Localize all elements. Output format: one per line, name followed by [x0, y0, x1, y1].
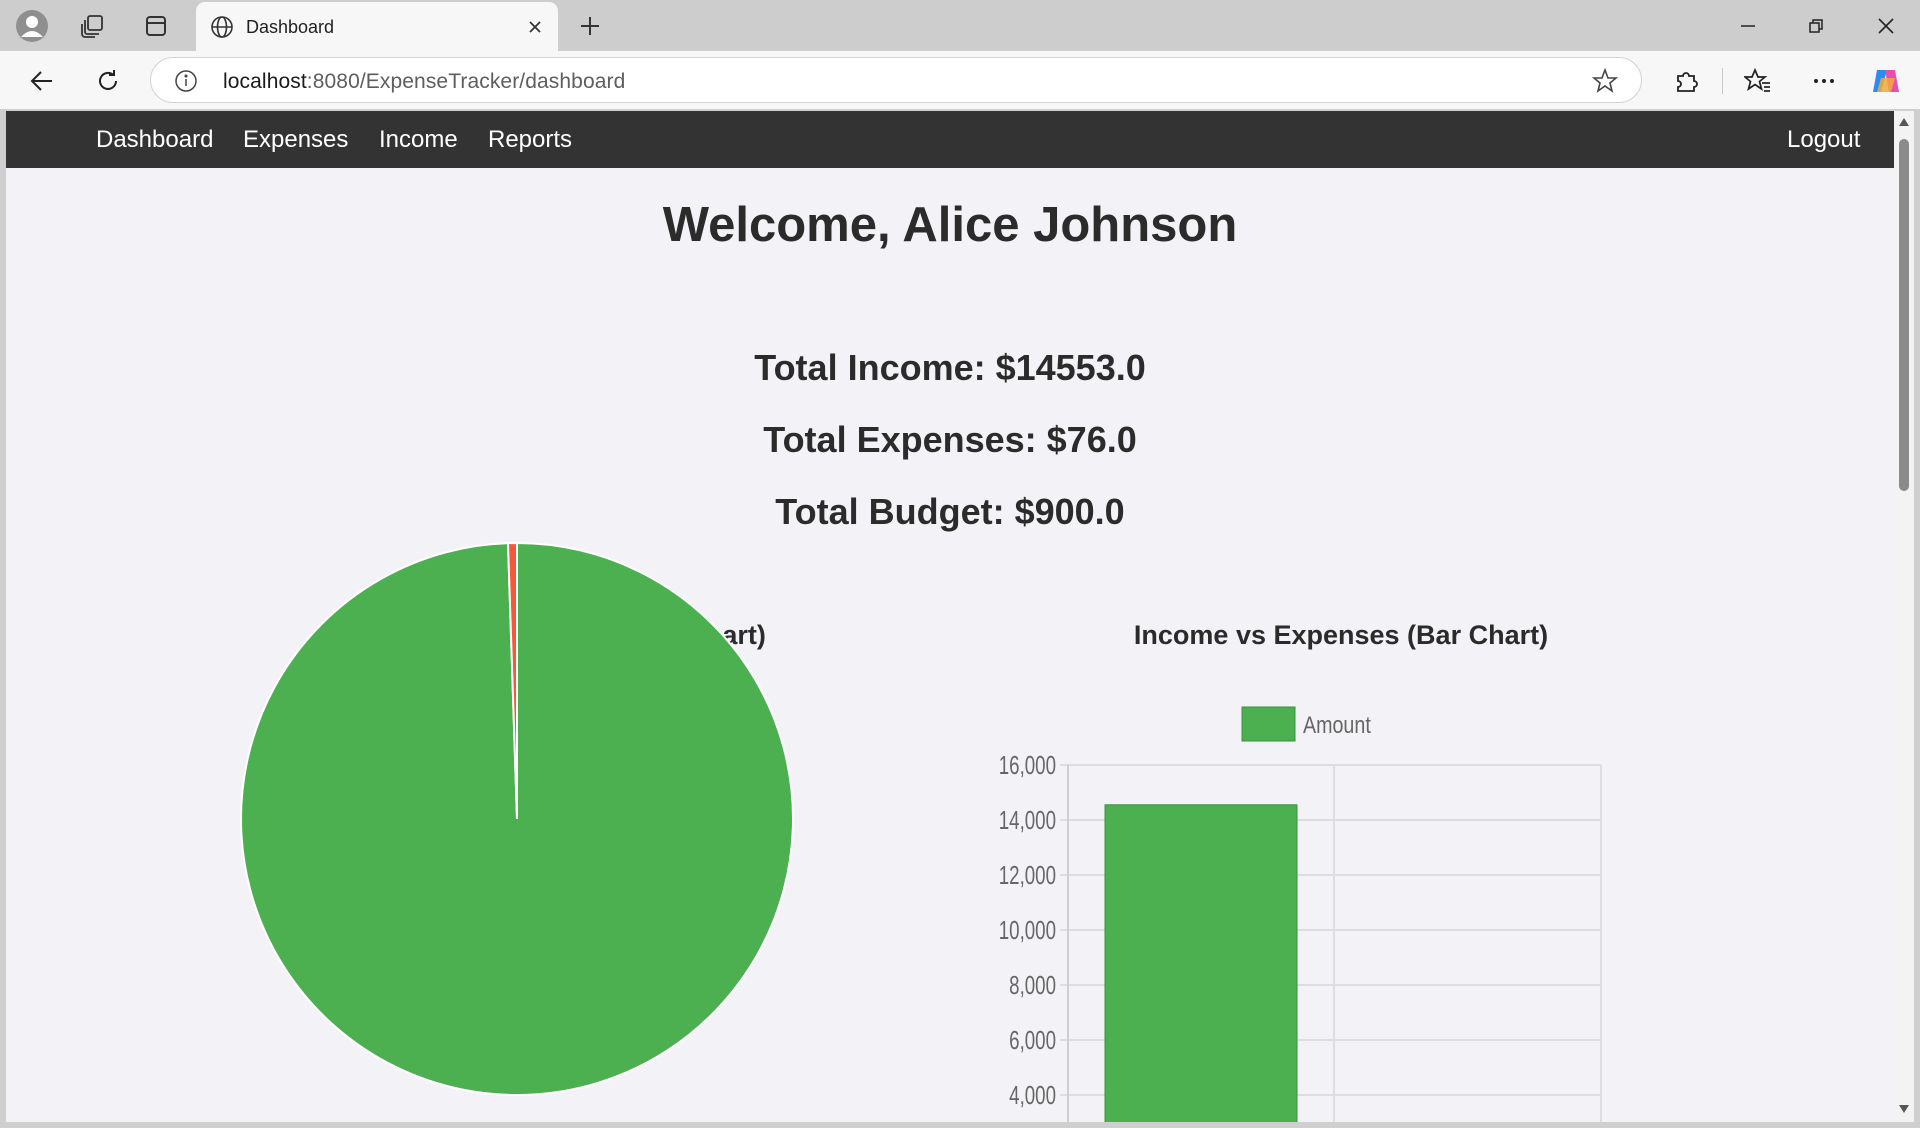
bar-legend-swatch-amount — [1241, 706, 1296, 742]
bar-ytick-label: 6,000 — [1009, 1025, 1056, 1055]
bar-ytick-label: 16,000 — [999, 750, 1056, 780]
copilot-icon[interactable] — [1866, 61, 1906, 101]
bar-chart[interactable]: Amount 16,000 14,000 12,000 10,000 8,000 6,000… — [6, 111, 1894, 1122]
extensions-icon[interactable] — [1666, 61, 1706, 101]
bar-ytick-label: 10,000 — [999, 915, 1056, 945]
favorites-icon[interactable] — [1738, 61, 1778, 101]
scroll-down-icon[interactable] — [1897, 1102, 1911, 1116]
site-info-icon[interactable] — [173, 68, 199, 94]
tab-title: Dashboard — [246, 17, 335, 37]
bar-amount-0 — [1104, 804, 1298, 1122]
url-path: :8080/ExpenseTracker/dashboard — [306, 70, 626, 93]
bar-legend-label-amount: Amount — [1303, 711, 1371, 738]
back-icon[interactable] — [22, 61, 62, 101]
url-text: localhost:8080/ExpenseTracker/dashboard — [223, 70, 625, 94]
scrollbar-thumb[interactable] — [1899, 139, 1909, 491]
favorite-star-icon[interactable] — [1591, 67, 1619, 95]
url-host: localhost — [223, 70, 307, 93]
reload-icon[interactable] — [88, 61, 128, 101]
bar-ytick-label: 14,000 — [999, 805, 1056, 835]
tab-actions-icon[interactable] — [138, 8, 174, 44]
profile-icon[interactable] — [14, 8, 50, 44]
close-window-icon[interactable] — [1858, 6, 1914, 46]
scroll-up-icon[interactable] — [1897, 115, 1911, 129]
browser-tab-dashboard[interactable]: Dashboard — [196, 2, 558, 51]
browser-tab-bar: Dashboard — [0, 0, 1920, 51]
bar-ytick-label: 4,000 — [1009, 1080, 1056, 1110]
page-scrollbar[interactable] — [1894, 111, 1914, 1122]
globe-icon — [208, 13, 236, 41]
address-bar[interactable]: localhost:8080/ExpenseTracker/dashboard — [150, 57, 1642, 103]
toolbar-separator — [1722, 68, 1723, 94]
more-options-icon[interactable] — [1804, 61, 1844, 101]
bar-ytick-label: 12,000 — [999, 860, 1056, 890]
minimize-icon[interactable] — [1720, 6, 1776, 46]
browser-toolbar: localhost:8080/ExpenseTracker/dashboard — [0, 51, 1920, 109]
close-tab-icon[interactable] — [520, 12, 550, 42]
restore-icon[interactable] — [1788, 6, 1844, 46]
new-tab-icon[interactable] — [572, 8, 608, 44]
page-viewport: Dashboard Expenses Income Reports Logout… — [6, 111, 1894, 1122]
collections-icon[interactable] — [74, 8, 110, 44]
bar-ytick-label: 8,000 — [1009, 970, 1056, 1000]
